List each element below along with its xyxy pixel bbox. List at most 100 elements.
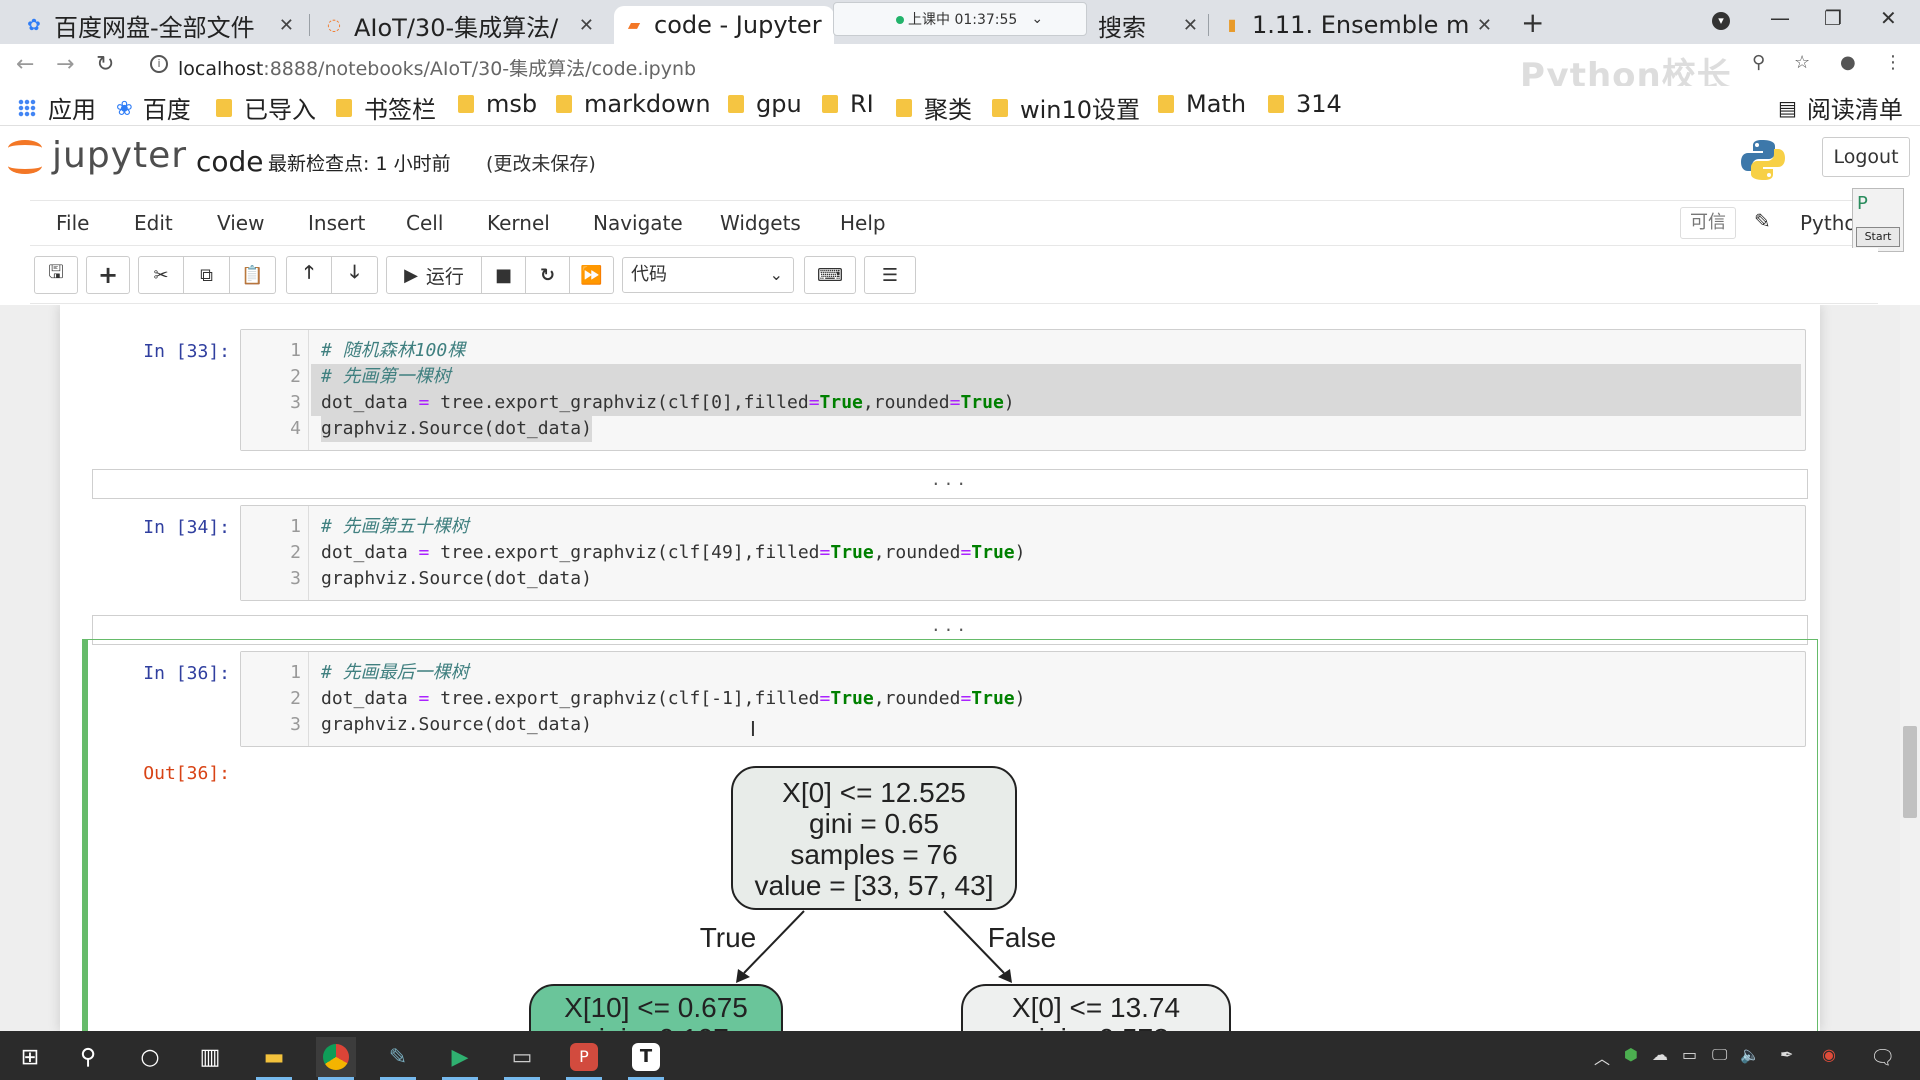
bookmark-folder-math[interactable]: Math: [1158, 90, 1246, 118]
close-window-icon[interactable]: ✕: [1880, 6, 1897, 30]
run-button[interactable]: ▶ 运行: [386, 256, 482, 294]
list-icon: ☰: [881, 264, 899, 286]
notification-icon[interactable]: 🗨: [1870, 1045, 1895, 1069]
menu-widgets[interactable]: Widgets: [720, 211, 801, 235]
code-cell-33[interactable]: In [33]: ▼ 1# 随机森林100棵 2# 先画第一棵树 3dot_da…: [92, 325, 1808, 499]
browser-tab-aiot-folder[interactable]: ◌ AIoT/30-集成算法/ ✕: [314, 6, 604, 44]
cell-type-select[interactable]: 代码 ⌄: [622, 257, 794, 293]
menu-file[interactable]: File: [56, 211, 89, 235]
url-text[interactable]: localhost:8888/notebooks/AIoT/30-集成算法/co…: [178, 54, 696, 81]
bookmark-folder-bookmarks-bar[interactable]: 书签栏: [336, 90, 436, 125]
bookmark-folder-ri[interactable]: RI: [822, 90, 874, 118]
jupyter-logo[interactable]: jupyter: [8, 135, 187, 176]
code-cell-36[interactable]: In [36]: ▼ 1# 先画最后一棵树 2dot_data = tree.e…: [92, 647, 1808, 1031]
media-player-icon[interactable]: ▶: [440, 1037, 480, 1080]
menu-cell[interactable]: Cell: [406, 211, 443, 235]
search-icon[interactable]: ⚲: [68, 1037, 108, 1077]
terminal-icon[interactable]: ▭: [502, 1037, 542, 1080]
save-button[interactable]: 🖫: [34, 256, 78, 294]
browser-tab-code-jupyter[interactable]: ▰ code - Jupyter N: [614, 6, 834, 44]
windows-start-icon[interactable]: ⊞: [10, 1037, 50, 1077]
more-menu-icon[interactable]: ⋮: [1884, 52, 1902, 73]
menu-insert[interactable]: Insert: [308, 211, 365, 235]
typora-icon[interactable]: T: [626, 1037, 666, 1080]
network-icon[interactable]: 🖵: [1712, 1045, 1727, 1065]
apps-grid-icon: [18, 98, 36, 117]
toc-button[interactable]: ☰: [864, 256, 916, 294]
browser-tab-baidu-pan[interactable]: ✿ 百度网盘-全部文件 ✕: [14, 6, 304, 44]
browser-tab-search[interactable]: 搜索 ✕: [1088, 6, 1208, 44]
forward-arrow-icon[interactable]: →: [56, 52, 74, 77]
page-scrollbar-thumb[interactable]: [1903, 726, 1917, 818]
copy-button[interactable]: ⧉: [184, 256, 230, 294]
new-tab-plus-icon[interactable]: +: [1521, 6, 1544, 39]
pen-icon[interactable]: ✒: [1780, 1045, 1793, 1064]
tab-search-icon[interactable]: ▾: [1712, 12, 1730, 30]
reading-list-button[interactable]: ▤ 阅读清单: [1778, 90, 1903, 125]
browser-tab-ensemble-docs[interactable]: ▮ 1.11. Ensemble me ✕: [1212, 6, 1502, 44]
volume-icon[interactable]: 🔈: [1740, 1045, 1760, 1064]
security-app-icon[interactable]: ◉: [1822, 1045, 1836, 1064]
bookmark-folder-msb[interactable]: msb: [458, 90, 537, 118]
page-scrollbar[interactable]: [1900, 305, 1920, 1031]
restart-kernel-button[interactable]: ↻: [526, 256, 570, 294]
omnibox[interactable]: i localhost:8888/notebooks/AIoT/30-集成算法/…: [140, 49, 1740, 81]
bookmark-apps[interactable]: 应用: [18, 90, 96, 125]
zoom-icon[interactable]: ⚲: [1752, 52, 1765, 73]
bookmark-folder-314[interactable]: 314: [1268, 90, 1342, 118]
code-editor[interactable]: 1 # 先画最后一棵树 2 dot_data = tree.export_graph…: [240, 651, 1806, 747]
close-icon[interactable]: ✕: [279, 15, 294, 36]
menu-navigate[interactable]: Navigate: [593, 211, 683, 235]
trusted-indicator[interactable]: 可信: [1680, 207, 1736, 239]
move-down-button[interactable]: 🡓: [332, 256, 378, 294]
menu-help[interactable]: Help: [840, 211, 886, 235]
logout-button[interactable]: Logout: [1822, 137, 1910, 177]
task-view-icon[interactable]: ▥: [190, 1037, 230, 1077]
code-editor[interactable]: 1 # 随机森林100棵 2 # 先画第一棵树 3 dot_data = tree.e…: [240, 329, 1806, 451]
collapsed-output[interactable]: ...: [92, 469, 1808, 499]
profile-avatar-icon[interactable]: ●: [1840, 52, 1856, 73]
bookmark-folder-markdown[interactable]: markdown: [556, 90, 711, 118]
bookmark-folder-gpu[interactable]: gpu: [728, 90, 802, 118]
menu-view[interactable]: View: [217, 211, 264, 235]
tray-app-icon[interactable]: ⬢: [1624, 1045, 1638, 1064]
bookmark-folder-clustering[interactable]: 聚类: [896, 90, 972, 125]
minimize-icon[interactable]: —: [1770, 6, 1790, 30]
back-arrow-icon[interactable]: ←: [16, 52, 34, 77]
insert-cell-button[interactable]: +: [86, 256, 130, 294]
menu-kernel[interactable]: Kernel: [487, 211, 550, 235]
cortana-icon[interactable]: ○: [130, 1037, 170, 1077]
bookmark-folder-imported[interactable]: 已导入: [216, 90, 316, 125]
restart-run-all-button[interactable]: ⏩: [570, 256, 614, 294]
close-icon[interactable]: ✕: [1183, 15, 1198, 36]
menu-edit[interactable]: Edit: [134, 211, 173, 235]
paint-icon[interactable]: ✎: [378, 1037, 418, 1080]
interrupt-button[interactable]: ■: [482, 256, 526, 294]
move-up-button[interactable]: 🡑: [286, 256, 332, 294]
onedrive-icon[interactable]: ☁: [1652, 1045, 1668, 1064]
close-icon[interactable]: ✕: [1477, 15, 1492, 36]
cut-button[interactable]: ✂: [138, 256, 184, 294]
wps-presentation-icon[interactable]: P: [564, 1037, 604, 1080]
notebook-name[interactable]: code: [196, 145, 264, 178]
battery-icon[interactable]: ▭: [1682, 1045, 1697, 1064]
bookmark-baidu[interactable]: ❀ 百度: [116, 90, 191, 125]
bookmark-folder-win10[interactable]: win10设置: [992, 90, 1140, 125]
command-palette-button[interactable]: ⌨: [804, 256, 856, 294]
restore-icon[interactable]: ❐: [1824, 6, 1842, 30]
start-button[interactable]: Start: [1856, 227, 1900, 247]
file-explorer-icon[interactable]: ▬: [254, 1037, 294, 1080]
chrome-icon[interactable]: [316, 1037, 356, 1080]
bookmark-star-icon[interactable]: ☆: [1794, 52, 1810, 73]
notebook-scroll-area[interactable]: In [33]: ▼ 1# 随机森林100棵 2# 先画第一棵树 3dot_da…: [0, 305, 1920, 1031]
class-timer-overlay[interactable]: 上课中 01:37:55 ⌄: [833, 2, 1087, 36]
paste-button[interactable]: 📋: [230, 256, 276, 294]
site-info-icon[interactable]: i: [150, 55, 168, 73]
code-line-selected: 3 dot_data = tree.export_graphviz(clf[0],…: [290, 390, 1801, 416]
code-editor[interactable]: 1 # 先画第五十棵树 2 dot_data = tree.export_graph…: [240, 505, 1806, 601]
reload-icon[interactable]: ↻: [96, 52, 114, 77]
kernel-status-widget[interactable]: P Start: [1852, 188, 1904, 252]
close-icon[interactable]: ✕: [579, 15, 594, 36]
tray-expand-icon[interactable]: ︿: [1594, 1045, 1610, 1069]
code-cell-34[interactable]: In [34]: ▼ 1# 先画第五十棵树 2dot_data = tree.e…: [92, 501, 1808, 645]
